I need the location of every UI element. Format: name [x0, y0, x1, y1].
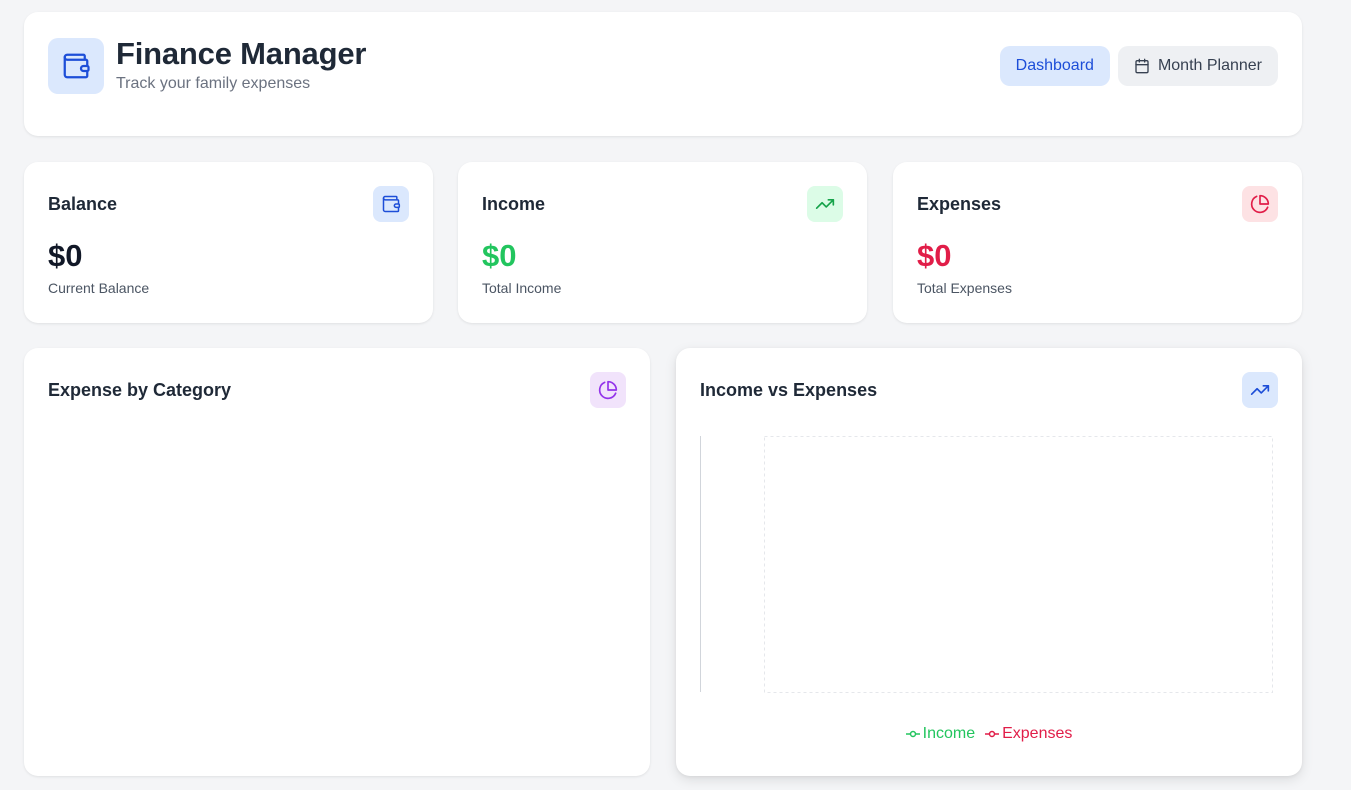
nav-month-planner-button[interactable]: Month Planner	[1117, 46, 1278, 86]
income-expenses-line-chart	[700, 436, 1273, 693]
expense-by-category-card: Expense by Category	[24, 348, 650, 776]
balance-title: Balance	[48, 194, 118, 214]
income-vs-expenses-card: Income vs Expenses Income Expenses	[676, 348, 1302, 776]
category-pie-chart	[48, 436, 626, 736]
legend-income-label: Income	[922, 725, 976, 742]
main-nav: Dashboard Month Planner	[999, 46, 1278, 86]
balance-card: Balance $0 Current Balance	[24, 162, 433, 323]
chart-grid	[764, 436, 1273, 693]
calendar-icon	[1134, 58, 1150, 74]
expenses-card: Expenses $0 Total Expenses	[893, 162, 1302, 323]
balance-label: Current Balance	[48, 280, 150, 296]
trending-up-icon	[807, 186, 843, 222]
app-subtitle: Track your family expenses	[116, 75, 311, 92]
legend-expenses-label: Expenses	[1002, 725, 1073, 742]
expenses-title: Expenses	[917, 194, 1002, 214]
expense-by-category-title: Expense by Category	[48, 380, 232, 400]
expenses-label: Total Expenses	[917, 280, 1012, 296]
chart-legend: Income Expenses	[676, 725, 1302, 743]
income-title: Income	[482, 194, 546, 214]
nav-month-planner-label: Month Planner	[1157, 57, 1262, 74]
nav-dashboard-label: Dashboard	[1015, 57, 1094, 74]
app-title: Finance Manager	[116, 36, 367, 71]
app-header: Finance Manager Track your family expens…	[24, 12, 1302, 136]
income-card: Income $0 Total Income	[458, 162, 867, 323]
balance-value: $0	[48, 238, 83, 273]
legend-line-marker-icon	[985, 729, 1000, 739]
legend-line-marker-icon	[905, 729, 920, 739]
expenses-value: $0	[917, 238, 952, 273]
nav-dashboard-button[interactable]: Dashboard	[999, 46, 1110, 86]
legend-item-income[interactable]: Income	[905, 725, 976, 743]
pie-chart-icon	[590, 372, 626, 408]
legend-item-expenses[interactable]: Expenses	[985, 725, 1072, 743]
income-label: Total Income	[482, 280, 562, 296]
trending-up-icon	[1242, 372, 1278, 408]
wallet-icon	[373, 186, 409, 222]
income-value: $0	[482, 238, 517, 273]
income-vs-expenses-title: Income vs Expenses	[700, 380, 878, 400]
wallet-icon	[48, 38, 104, 94]
pie-chart-icon	[1242, 186, 1278, 222]
